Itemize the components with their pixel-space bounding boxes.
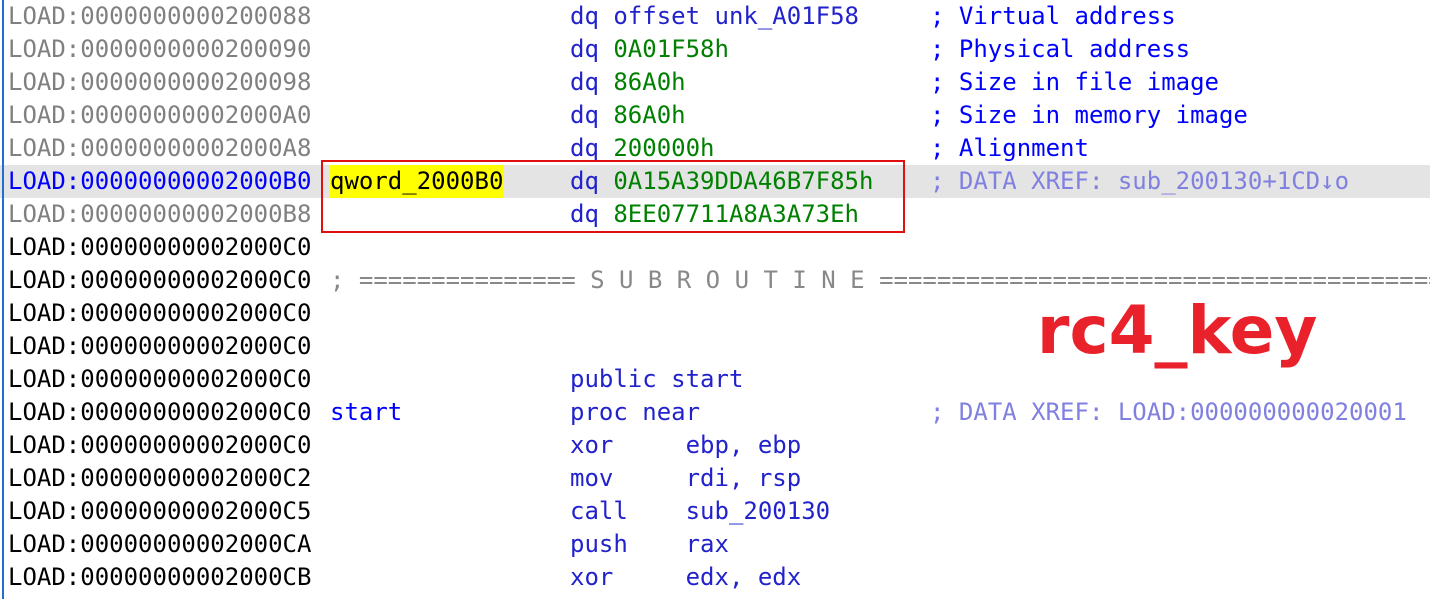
- gutter-rule: [2, 0, 4, 599]
- instruction-cell[interactable]: dq 200000h: [570, 132, 715, 165]
- comment[interactable]: ; Physical address: [930, 33, 1190, 66]
- address-cell: LOAD:00000000002000C0: [8, 266, 312, 294]
- address-cell: LOAD:0000000000200090: [8, 35, 312, 63]
- disasm-row[interactable]: LOAD:0000000000200088 dq offset unk_A01F5…: [0, 0, 1430, 33]
- operand[interactable]: 0A15A39DDA46B7F85h: [613, 167, 873, 195]
- address-cell: LOAD:00000000002000A0: [8, 101, 312, 129]
- operand[interactable]: 0A01F58h: [613, 35, 729, 63]
- instruction-cell[interactable]: dq 0A15A39DDA46B7F85h: [570, 165, 873, 198]
- operand[interactable]: 86A0h: [613, 68, 685, 96]
- operand[interactable]: ebp, ebp: [686, 431, 802, 459]
- mnemonic: dq: [570, 200, 614, 228]
- instruction-cell[interactable]: xor edx, edx: [570, 561, 801, 594]
- operand[interactable]: sub_200130: [686, 497, 831, 525]
- address-cell: LOAD:00000000002000C5: [8, 497, 312, 525]
- mnemonic: xor: [570, 431, 686, 459]
- disasm-row[interactable]: LOAD:00000000002000CA push rax: [0, 528, 1430, 561]
- disasm-row[interactable]: LOAD:00000000002000A0 dq 86A0h ; Size in m…: [0, 99, 1430, 132]
- comment[interactable]: ; Size in file image: [930, 66, 1219, 99]
- address-cell: LOAD:00000000002000C0: [8, 365, 312, 393]
- disasm-row[interactable]: LOAD:00000000002000B8 dq 8EE07711A8A3A73E…: [0, 198, 1430, 231]
- mnemonic: dq: [570, 68, 614, 96]
- instruction-cell[interactable]: public start: [570, 363, 743, 396]
- disasm-row[interactable]: LOAD:00000000002000A8 dq 200000h ; Alignme…: [0, 132, 1430, 165]
- operand[interactable]: 86A0h: [613, 101, 685, 129]
- mnemonic: dq offset: [570, 2, 715, 30]
- mnemonic: public: [570, 365, 672, 393]
- address-cell: LOAD:00000000002000C0: [8, 431, 312, 459]
- mnemonic: dq: [570, 167, 614, 195]
- disasm-row[interactable]: LOAD:00000000002000CD: [0, 594, 1430, 599]
- address-cell: LOAD:00000000002000CB: [8, 563, 312, 591]
- operand[interactable]: edx, edx: [686, 563, 802, 591]
- operand[interactable]: unk_A01F58: [715, 2, 860, 30]
- address-cell: LOAD:00000000002000C0: [8, 398, 312, 426]
- operand[interactable]: rdi, rsp: [686, 464, 802, 492]
- operand[interactable]: rax: [686, 530, 729, 558]
- disasm-row[interactable]: LOAD:00000000002000C2 mov rdi, rsp: [0, 462, 1430, 495]
- address-cell: LOAD:0000000000200088: [8, 2, 312, 30]
- disasm-row[interactable]: LOAD:0000000000200098 dq 86A0h ; Size in f…: [0, 66, 1430, 99]
- instruction-cell[interactable]: xor ebp, ebp: [570, 429, 801, 462]
- mnemonic: call: [570, 497, 686, 525]
- operand[interactable]: 8EE07711A8A3A73Eh: [613, 200, 859, 228]
- comment[interactable]: ; Size in memory image: [930, 99, 1248, 132]
- comment[interactable]: ; Virtual address: [930, 0, 1176, 33]
- operand[interactable]: start: [671, 365, 743, 393]
- disasm-row[interactable]: LOAD:00000000002000C0 xor ebp, ebp: [0, 429, 1430, 462]
- mnemonic: push: [570, 530, 686, 558]
- mnemonic: xor: [570, 563, 686, 591]
- disasm-row[interactable]: LOAD:00000000002000C5 call sub_200130: [0, 495, 1430, 528]
- address-cell: LOAD:00000000002000CD: [8, 594, 311, 599]
- address-cell: LOAD:0000000000200098: [8, 68, 312, 96]
- instruction-cell[interactable]: dq 86A0h: [570, 99, 686, 132]
- instruction-cell[interactable]: call sub_200130: [570, 495, 830, 528]
- instruction-cell[interactable]: dq offset unk_A01F58: [570, 0, 859, 33]
- address-cell: LOAD:00000000002000A8: [8, 134, 312, 162]
- mnemonic: mov: [570, 464, 686, 492]
- address-cell: LOAD:00000000002000C0: [8, 233, 312, 261]
- address-cell: LOAD:00000000002000C0: [8, 299, 312, 327]
- instruction-cell[interactable]: mov rdi, rsp: [570, 462, 801, 495]
- mnemonic: dq: [570, 101, 614, 129]
- mnemonic: dq: [570, 134, 614, 162]
- mnemonic: proc near: [570, 398, 701, 426]
- ida-disassembly-window: LOAD:0000000000200088 dq offset unk_A01F5…: [0, 0, 1430, 599]
- address-cell: LOAD:00000000002000C2: [8, 464, 312, 492]
- highlighted-name-label[interactable]: qword_2000B0: [330, 165, 504, 198]
- disasm-row[interactable]: LOAD:00000000002000CB xor edx, edx: [0, 561, 1430, 594]
- instruction-cell[interactable]: proc near: [570, 396, 700, 429]
- address-cell: LOAD:00000000002000CA: [8, 530, 312, 558]
- disasm-row[interactable]: LOAD:0000000000200090 dq 0A01F58h ; Physic…: [0, 33, 1430, 66]
- instruction-cell[interactable]: push rax: [570, 528, 729, 561]
- address-cell: LOAD:00000000002000B8: [8, 200, 312, 228]
- operand[interactable]: 200000h: [613, 134, 714, 162]
- instruction-cell[interactable]: dq 86A0h: [570, 66, 686, 99]
- disasm-row[interactable]: LOAD:00000000002000B0 qword_2000B0 dq 0A15…: [0, 165, 1430, 198]
- rc4-key-annotation: rc4_key: [945, 232, 1318, 430]
- comment[interactable]: ; Alignment: [930, 132, 1089, 165]
- instruction-cell[interactable]: dq 0A01F58h: [570, 33, 729, 66]
- rc4-key-annotation-text: rc4_key: [1036, 292, 1318, 369]
- mnemonic: dq: [570, 35, 614, 63]
- address-cell: LOAD:00000000002000C0: [8, 332, 312, 360]
- address-cell: LOAD:00000000002000B0: [8, 167, 312, 195]
- instruction-cell[interactable]: dq 8EE07711A8A3A73Eh: [570, 198, 859, 231]
- name-label[interactable]: start: [330, 396, 402, 429]
- xref-comment[interactable]: ; DATA XREF: sub_200130+1CD↓o: [930, 165, 1349, 198]
